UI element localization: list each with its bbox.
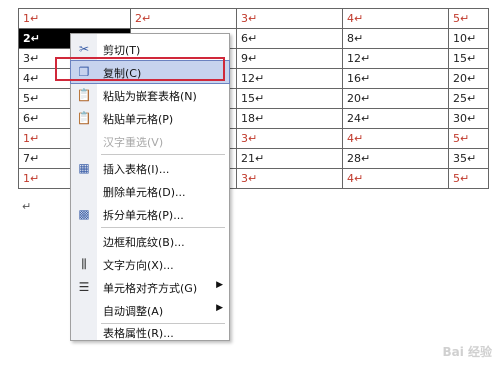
split-cells-icon: ▩ (78, 207, 90, 221)
table-cell[interactable]: 2↵ (130, 8, 237, 29)
table-cell[interactable]: 4↵ (342, 128, 449, 149)
table-cell[interactable]: 3↵ (236, 168, 343, 189)
table-cell[interactable]: 20↵ (342, 88, 449, 109)
submenu-arrow-icon: ▶ (216, 280, 223, 290)
menu-item-text-direction[interactable]: ⫼ 文字方向(X)... (71, 253, 229, 275)
table-cell[interactable]: 20↵ (448, 68, 489, 89)
table-cell[interactable]: 5↵ (448, 128, 489, 149)
table-cell[interactable]: 21↵ (236, 148, 343, 169)
menu-item-table-properties[interactable]: 表格属性(R)... (71, 321, 229, 343)
menu-item-split-cells[interactable]: ▩ 拆分单元格(P)... (71, 203, 229, 225)
table-cell[interactable]: 3↵ (236, 128, 343, 149)
table-icon: ▦ (78, 161, 90, 175)
table-cell[interactable]: 16↵ (342, 68, 449, 89)
table-cell[interactable]: 5↵ (448, 168, 489, 189)
table-cell[interactable]: 4↵ (342, 168, 449, 189)
menu-item-paste-cells[interactable]: 📋 粘贴单元格(P) (71, 107, 229, 129)
table-cell[interactable]: 24↵ (342, 108, 449, 129)
watermark-logo: Bai 经验 (442, 345, 492, 359)
table-row: 1↵ 2↵ 3↵ 4↵ 5↵ (18, 8, 489, 29)
text-direction-icon: ⫼ (81, 257, 87, 271)
paragraph-mark: ↵ (22, 200, 32, 213)
menu-item-insert-table[interactable]: ▦ 插入表格(I)... (71, 157, 229, 179)
table-cell[interactable]: 35↵ (448, 148, 489, 169)
table-cell[interactable]: 6↵ (236, 28, 343, 49)
table-cell[interactable]: 12↵ (342, 48, 449, 69)
paste-icon: 📋 (76, 88, 92, 102)
menu-item-paste-nested[interactable]: 📋 粘贴为嵌套表格(N) (71, 84, 229, 106)
paste-icon: 📋 (76, 111, 92, 125)
table-cell[interactable]: 9↵ (236, 48, 343, 69)
table-cell[interactable]: 18↵ (236, 108, 343, 129)
menu-item-borders[interactable]: 边框和底纹(B)... (71, 230, 229, 252)
table-cell[interactable]: 30↵ (448, 108, 489, 129)
table-cell[interactable]: 12↵ (236, 68, 343, 89)
menu-separator (101, 227, 225, 228)
align-icon: ☰ (78, 280, 90, 294)
table-cell[interactable]: 25↵ (448, 88, 489, 109)
table-cell[interactable]: 1↵ (18, 8, 131, 29)
table-cell[interactable]: 15↵ (236, 88, 343, 109)
highlight-box (55, 57, 225, 81)
table-cell[interactable]: 3↵ (236, 8, 343, 29)
menu-item-reconvert: 汉字重选(V) (103, 136, 164, 149)
menu-item-cell-align[interactable]: ☰ 单元格对齐方式(G) ▶ (71, 276, 229, 298)
menu-separator (101, 154, 225, 155)
table-cell[interactable]: 5↵ (448, 8, 489, 29)
menu-item-autofit[interactable]: 自动调整(A) ▶ (71, 299, 229, 321)
menu-item-delete-cells[interactable]: 删除单元格(D)... (71, 180, 229, 202)
table-cell[interactable]: 4↵ (342, 8, 449, 29)
scissors-icon: ✂ (78, 42, 90, 56)
submenu-arrow-icon: ▶ (216, 303, 223, 313)
table-cell[interactable]: 10↵ (448, 28, 489, 49)
table-cell[interactable]: 8↵ (342, 28, 449, 49)
table-cell[interactable]: 15↵ (448, 48, 489, 69)
table-cell[interactable]: 28↵ (342, 148, 449, 169)
